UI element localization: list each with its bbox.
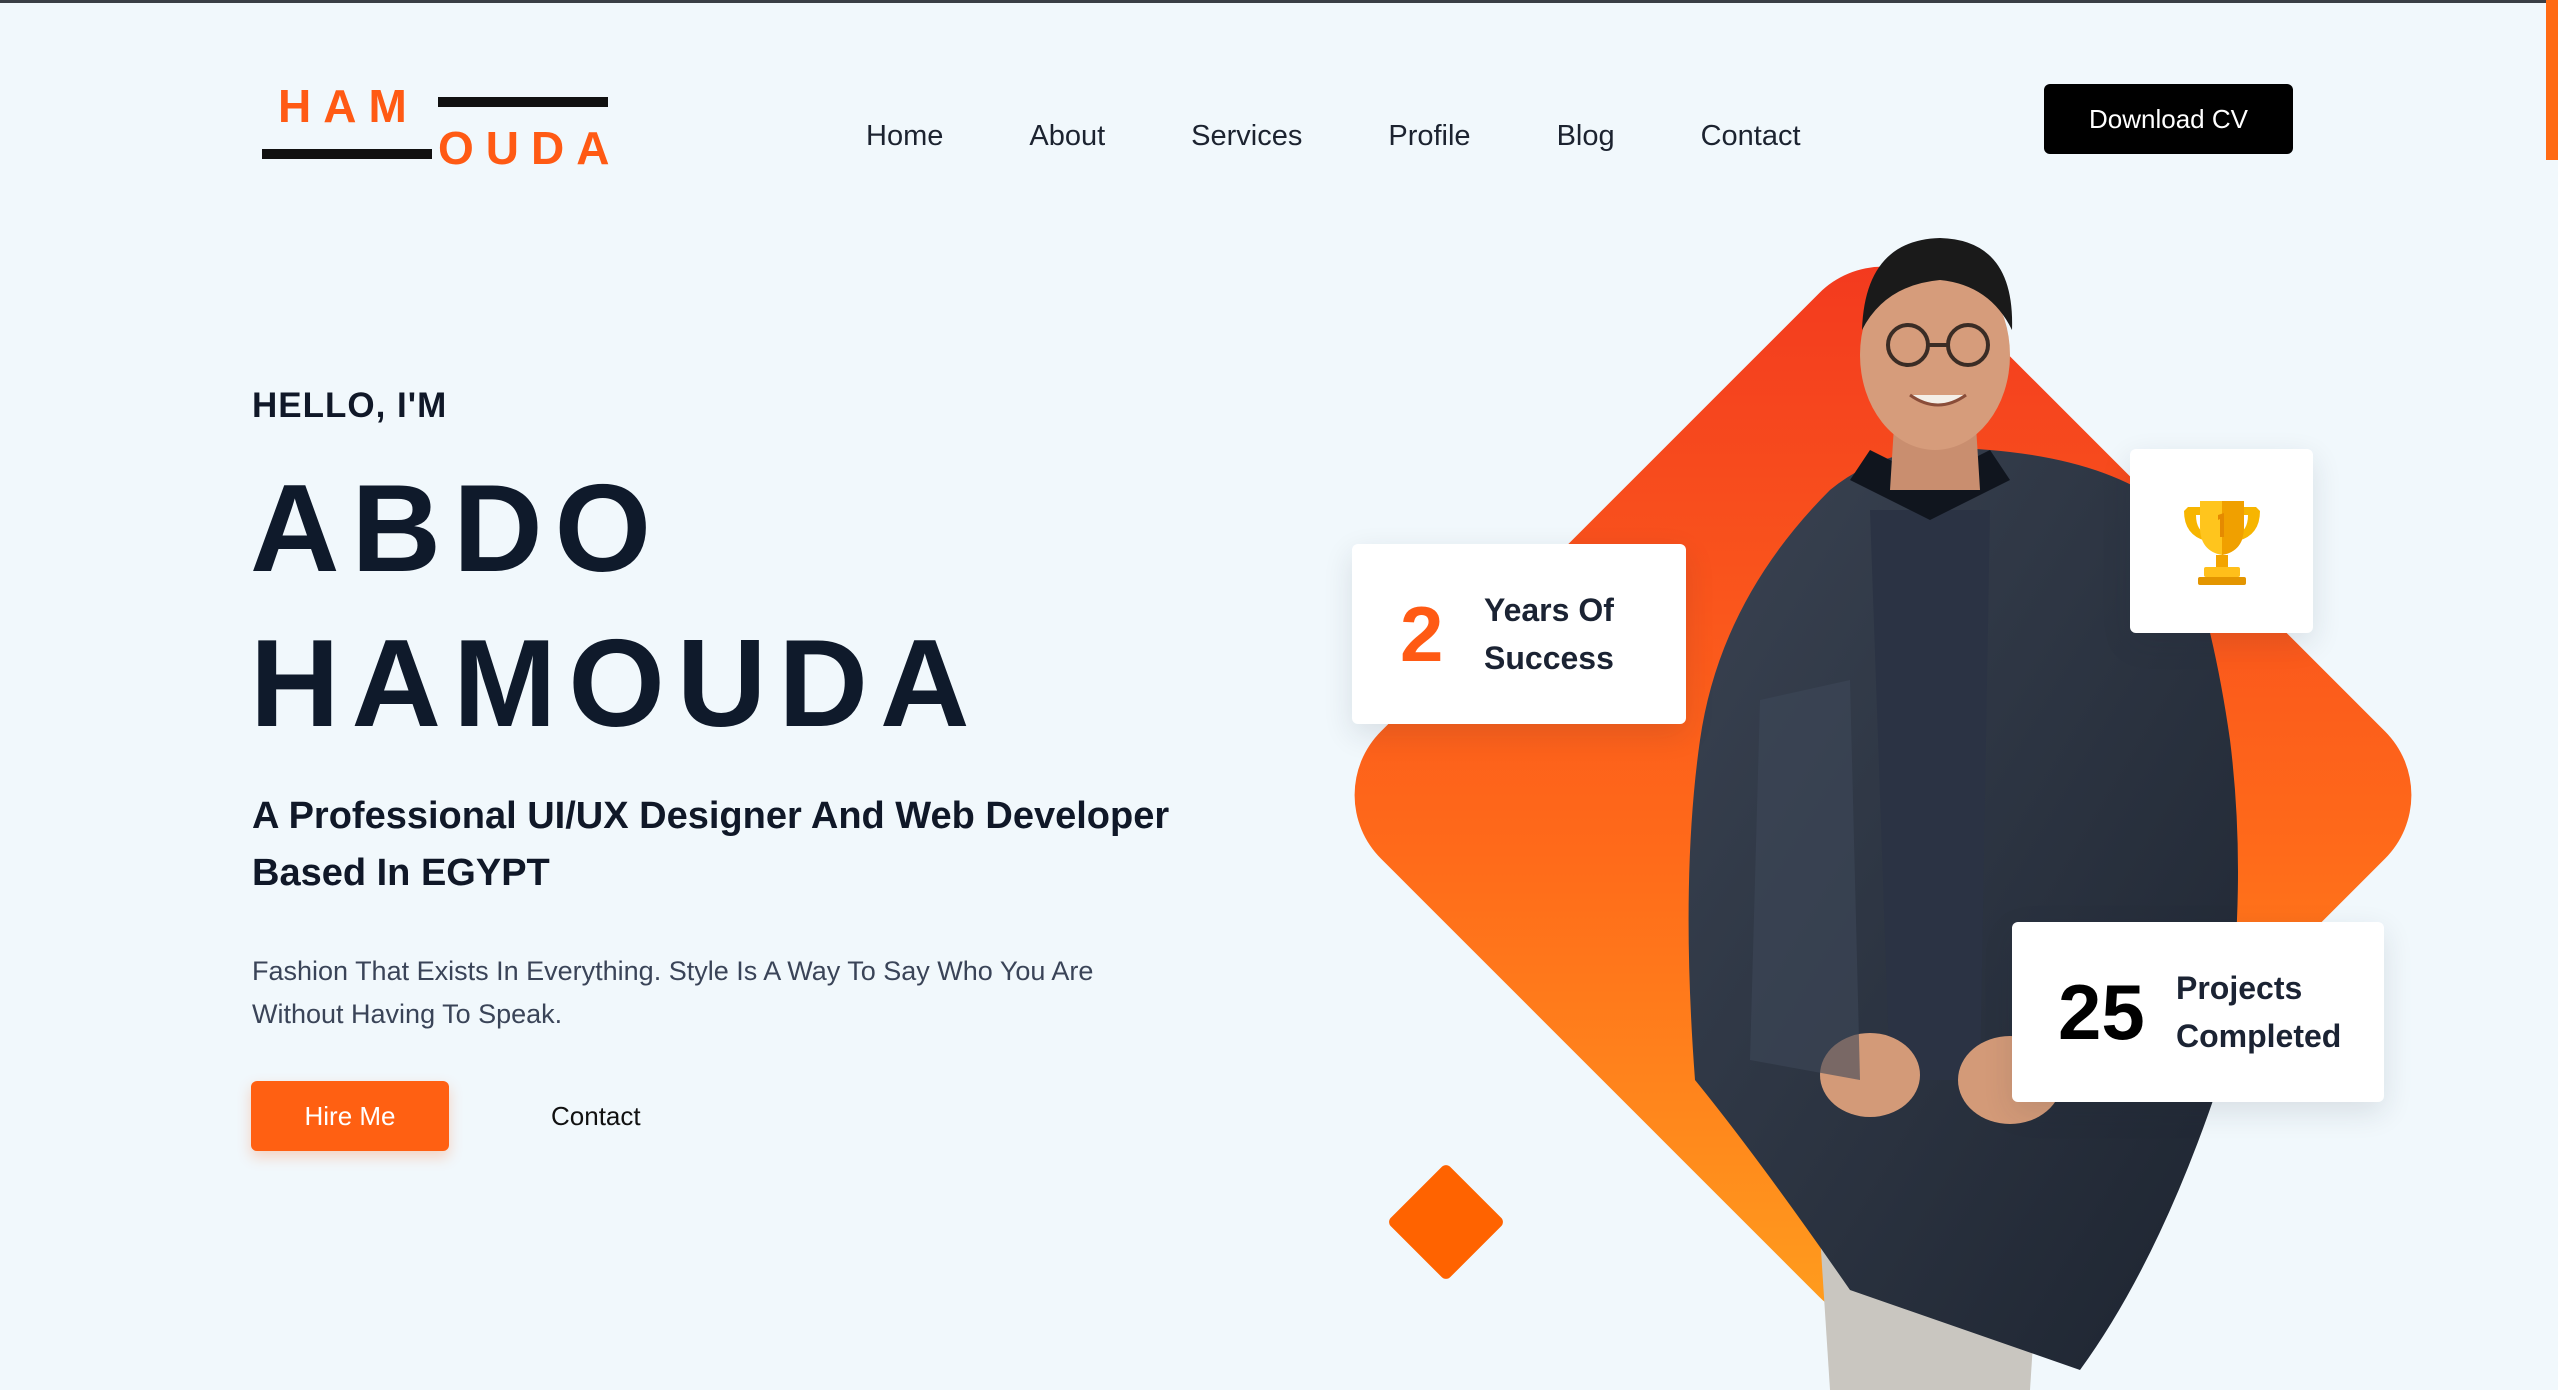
- stat-years-label: Years Of Success: [1484, 586, 1644, 682]
- stat-years-label-line2: Success: [1484, 640, 1614, 676]
- hire-me-button[interactable]: Hire Me: [251, 1081, 449, 1151]
- nav-item-contact[interactable]: Contact: [1701, 116, 1801, 156]
- main-nav: Home About Services Profile Blog Contact: [866, 116, 1801, 156]
- nav-item-home[interactable]: Home: [866, 116, 943, 156]
- hero-last-name: HAMOUDA: [250, 615, 982, 753]
- hero-description: Fashion That Exists In Everything. Style…: [252, 956, 1094, 1029]
- stat-projects-label-line1: Projects: [2176, 970, 2303, 1006]
- trophy-card: [2130, 449, 2313, 633]
- logo-bar: [438, 97, 608, 107]
- nav-item-about[interactable]: About: [1029, 116, 1105, 156]
- nav-item-profile[interactable]: Profile: [1388, 116, 1470, 156]
- nav-item-blog[interactable]: Blog: [1557, 116, 1615, 156]
- stat-card-projects: 25 Projects Completed: [2012, 922, 2384, 1102]
- stat-years-value: 2: [1400, 589, 1444, 678]
- logo-bar: [262, 149, 432, 159]
- hero-greeting: HELLO, I'M: [252, 386, 448, 425]
- contact-link[interactable]: Contact: [551, 1096, 641, 1136]
- trophy-icon: [2183, 501, 2260, 585]
- scroll-indicator[interactable]: [2546, 0, 2558, 160]
- download-cv-button[interactable]: Download CV: [2044, 84, 2293, 154]
- nav-item-services[interactable]: Services: [1191, 116, 1302, 156]
- hero-first-name: ABDO: [250, 460, 664, 598]
- stat-projects-value: 25: [2058, 967, 2145, 1056]
- logo-text-bottom: OUDA: [438, 122, 622, 174]
- stat-projects-label-line2: Completed: [2176, 1018, 2342, 1054]
- stat-projects-label: Projects Completed: [2176, 964, 2356, 1060]
- hero-name: ABDO HAMOUDA: [250, 452, 982, 762]
- hero-tagline: A Professional UI/UX Designer And Web De…: [252, 795, 1170, 894]
- logo-text-top: HAM: [278, 80, 419, 132]
- logo[interactable]: HAM OUDA: [262, 82, 612, 172]
- top-border: [0, 0, 2558, 3]
- stat-years-label-line1: Years Of: [1484, 592, 1614, 628]
- stat-card-years: 2 Years Of Success: [1352, 544, 1686, 724]
